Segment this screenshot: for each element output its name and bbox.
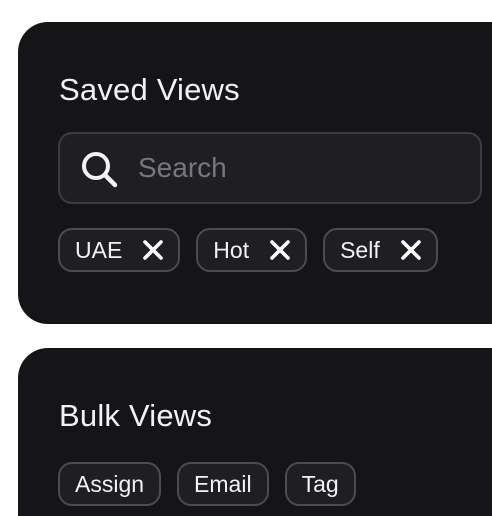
chip-hot[interactable]: Hot — [196, 228, 308, 272]
close-icon[interactable] — [269, 239, 291, 261]
chip-label: Hot — [213, 236, 250, 263]
chip-self[interactable]: Self — [323, 228, 438, 272]
email-button[interactable]: Email — [177, 462, 269, 506]
bulk-views-panel: Bulk Views Assign Email Tag — [18, 348, 492, 516]
search-input[interactable] — [138, 144, 458, 192]
tag-button[interactable]: Tag — [284, 462, 356, 506]
close-icon[interactable] — [400, 239, 422, 261]
saved-view-chips: UAE Hot Self — [58, 228, 438, 272]
chip-label: UAE — [75, 236, 123, 263]
chip-uae[interactable]: UAE — [58, 228, 181, 272]
close-icon[interactable] — [142, 239, 164, 261]
bulk-views-title: Bulk Views — [59, 398, 213, 433]
bulk-action-chips: Assign Email Tag — [58, 462, 356, 506]
saved-views-title: Saved Views — [59, 72, 240, 107]
assign-button[interactable]: Assign — [58, 462, 162, 506]
search-icon — [80, 150, 120, 190]
chip-label: Self — [340, 236, 380, 263]
saved-views-panel: Saved Views UAE Hot — [18, 22, 492, 324]
search-box[interactable] — [58, 132, 482, 204]
